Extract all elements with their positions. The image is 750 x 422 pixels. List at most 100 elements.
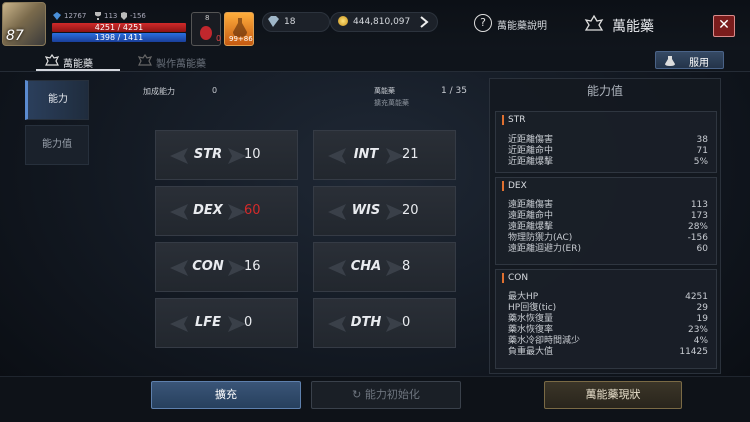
row-label: 物理防禦力(AC) xyxy=(508,233,573,243)
mp-bar: 1398 / 1411 xyxy=(52,33,186,42)
stat-row: HP回復(tic) 29 xyxy=(508,303,718,314)
sidetab-ability[interactable]: 能力 xyxy=(25,80,89,120)
row-label: HP回復(tic) xyxy=(508,303,557,313)
group-title: CON xyxy=(502,273,528,283)
stat-row: 近距離爆擊 5% xyxy=(508,157,718,168)
row-value: 23% xyxy=(687,325,708,335)
reset-ability-label: 能力初始化 xyxy=(364,388,420,401)
row-value: 60 xyxy=(696,244,708,254)
stat-name: INT xyxy=(353,147,379,162)
stat-name: DEX xyxy=(193,203,223,218)
stat-row: 遠距離爆擊 28% xyxy=(508,222,718,233)
use-button[interactable]: 服用 xyxy=(655,51,724,69)
character-level: 87 xyxy=(6,28,24,44)
close-button[interactable]: ✕ xyxy=(713,15,735,37)
row-value: 28% xyxy=(687,222,708,232)
sidetab-ability-value[interactable]: 能力值 xyxy=(25,125,89,165)
row-value: 38 xyxy=(696,135,708,145)
row-label: 遠距離爆擊 xyxy=(508,222,554,232)
expand-elixir-note: 擴充萬能藥 xyxy=(374,99,409,107)
row-label: 遠距離命中 xyxy=(508,211,554,221)
diamond-amount: 18 xyxy=(284,17,296,27)
row-label: 近距離命中 xyxy=(508,146,554,156)
stat-card-lfe[interactable]: LFE 0 xyxy=(155,298,298,348)
chevron-right-icon[interactable] xyxy=(419,16,429,28)
stat-row: 近距離命中 71 xyxy=(508,146,718,157)
craft-icon xyxy=(138,54,152,66)
row-value: 71 xyxy=(696,146,708,156)
stat-a: 12767 xyxy=(64,12,87,20)
tab-elixir[interactable]: 萬能藥 xyxy=(63,55,93,70)
row-value: -156 xyxy=(687,233,708,243)
stat-value: 21 xyxy=(402,147,419,162)
potion-count: 0 xyxy=(216,34,222,43)
elixir-status-button[interactable]: 萬能藥現狀 xyxy=(544,381,682,409)
reset-ability-button[interactable]: ↻ 能力初始化 xyxy=(311,381,461,409)
active-tab-indicator xyxy=(36,69,120,71)
potion-top-count: 8 xyxy=(205,14,210,22)
trophy-icon xyxy=(95,12,101,20)
stat-name: DTH xyxy=(350,315,382,330)
row-value: 173 xyxy=(690,211,708,221)
stat-b: 113 xyxy=(104,12,118,20)
gold-amount: 444,810,097 xyxy=(353,17,411,27)
stat-card-dex[interactable]: DEX 60 xyxy=(155,186,298,236)
drink-icon xyxy=(665,56,675,66)
stat-group-dex: DEX 遠距離傷害 113 遠距離命中 173 遠距離爆擊 28% 物理防禦力(AC)… xyxy=(495,177,717,265)
stat-card-int[interactable]: INT 21 xyxy=(313,130,456,180)
stat-row: 物理防禦力(AC) -156 xyxy=(508,233,718,244)
elixir-crest-icon xyxy=(584,14,604,31)
stat-name: LFE xyxy=(194,315,222,330)
crest-icon xyxy=(45,54,59,66)
hp-bar: 4251 / 4251 xyxy=(52,23,186,32)
stat-value: 0 xyxy=(402,315,411,330)
stat-card-cha[interactable]: CHA 8 xyxy=(313,242,456,292)
row-label: 遠距離迴避力(ER) xyxy=(508,244,581,254)
row-label: 藥水恢復率 xyxy=(508,325,554,335)
stat-value: 0 xyxy=(244,315,253,330)
bonus-value: 0 xyxy=(212,86,218,95)
help-label[interactable]: 萬能藥說明 xyxy=(497,17,547,32)
stat-name: CHA xyxy=(350,259,382,274)
row-label: 負重最大值 xyxy=(508,347,554,357)
stat-name: CON xyxy=(192,259,224,274)
use-button-label: 服用 xyxy=(689,58,709,69)
stat-card-str[interactable]: STR 10 xyxy=(155,130,298,180)
diamond-icon xyxy=(268,16,279,27)
stat-name: WIS xyxy=(351,203,381,218)
gem-stat-icon xyxy=(53,12,61,20)
stat-value: 20 xyxy=(402,203,419,218)
armor-icon xyxy=(121,12,127,20)
stat-row: 藥水恢復率 23% xyxy=(508,325,718,336)
group-title: STR xyxy=(502,115,525,125)
row-label: 近距離爆擊 xyxy=(508,157,554,167)
bonus-label: 加成能力 xyxy=(143,87,175,96)
stat-row: 負重最大值 11425 xyxy=(508,347,718,358)
row-label: 藥水冷卻時間減少 xyxy=(508,336,581,346)
expand-button[interactable]: 擴充 xyxy=(151,381,301,409)
elixir-count: 99+86 xyxy=(229,35,253,43)
tab-craft-elixir[interactable]: 製作萬能藥 xyxy=(156,55,206,70)
row-value: 5% xyxy=(693,157,708,167)
row-value: 4251 xyxy=(685,292,708,302)
stat-card-dth[interactable]: DTH 0 xyxy=(313,298,456,348)
row-value: 11425 xyxy=(679,347,708,357)
stat-c: -156 xyxy=(130,12,146,20)
stat-row: 藥水冷卻時間減少 4% xyxy=(508,336,718,347)
stat-row: 近距離傷害 38 xyxy=(508,135,718,146)
stat-row: 藥水恢復量 19 xyxy=(508,314,718,325)
row-label: 遠距離傷害 xyxy=(508,200,554,210)
help-icon[interactable]: ? xyxy=(474,14,492,32)
stat-group-con: CON 最大HP 4251 HP回復(tic) 29 藥水恢復量 19 藥水恢復率 23… xyxy=(495,269,717,369)
stat-value: 10 xyxy=(244,147,261,162)
gold-coin-icon xyxy=(338,16,348,26)
row-value: 29 xyxy=(696,303,708,313)
stat-row: 遠距離迴避力(ER) 60 xyxy=(508,244,718,255)
potion-icon xyxy=(200,26,212,40)
row-value: 4% xyxy=(693,336,708,346)
stat-card-con[interactable]: CON 16 xyxy=(155,242,298,292)
panel-title: 能力值 xyxy=(586,84,623,98)
stat-value: 8 xyxy=(402,259,411,274)
row-label: 近距離傷害 xyxy=(508,135,554,145)
stat-card-wis[interactable]: WIS 20 xyxy=(313,186,456,236)
